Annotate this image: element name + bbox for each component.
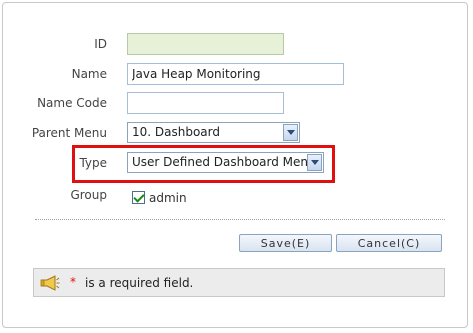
required-notice-text: is a required field.	[85, 276, 194, 290]
name-label: Name	[71, 67, 107, 81]
menu-edit-form: ID Name Name Code Parent Menu 10. Dashbo…	[2, 2, 468, 328]
group-admin-label: admin	[149, 191, 187, 205]
type-value: User Defined Dashboard Menu	[132, 155, 316, 169]
required-field-notice: * is a required field.	[33, 268, 445, 297]
chevron-down-icon[interactable]	[307, 154, 322, 171]
name-code-row: Name Code	[3, 92, 467, 116]
id-label: ID	[94, 37, 107, 51]
required-asterisk: *	[70, 275, 76, 289]
type-label: Type	[79, 156, 107, 170]
parent-menu-row: Parent Menu 10. Dashboard	[3, 122, 467, 146]
type-row: Type User Defined Dashboard Menu	[3, 152, 467, 176]
divider	[35, 219, 445, 220]
name-row: Name	[3, 63, 467, 87]
cancel-button[interactable]: Cancel(C)	[336, 234, 442, 252]
save-button[interactable]: Save(E)	[239, 234, 332, 252]
megaphone-icon	[40, 275, 60, 291]
group-label: Group	[70, 188, 107, 202]
group-admin-checkbox[interactable]	[132, 191, 145, 204]
group-row: Group	[3, 186, 467, 210]
name-code-label: Name Code	[37, 96, 107, 110]
parent-menu-label: Parent Menu	[31, 126, 107, 140]
parent-menu-value: 10. Dashboard	[132, 125, 221, 139]
type-select[interactable]: User Defined Dashboard Menu	[127, 152, 324, 173]
id-field[interactable]	[127, 33, 284, 55]
chevron-down-icon[interactable]	[283, 124, 298, 141]
parent-menu-select[interactable]: 10. Dashboard	[127, 122, 300, 143]
name-field[interactable]	[127, 63, 344, 85]
id-row: ID	[3, 33, 467, 57]
name-code-field[interactable]	[127, 92, 284, 114]
